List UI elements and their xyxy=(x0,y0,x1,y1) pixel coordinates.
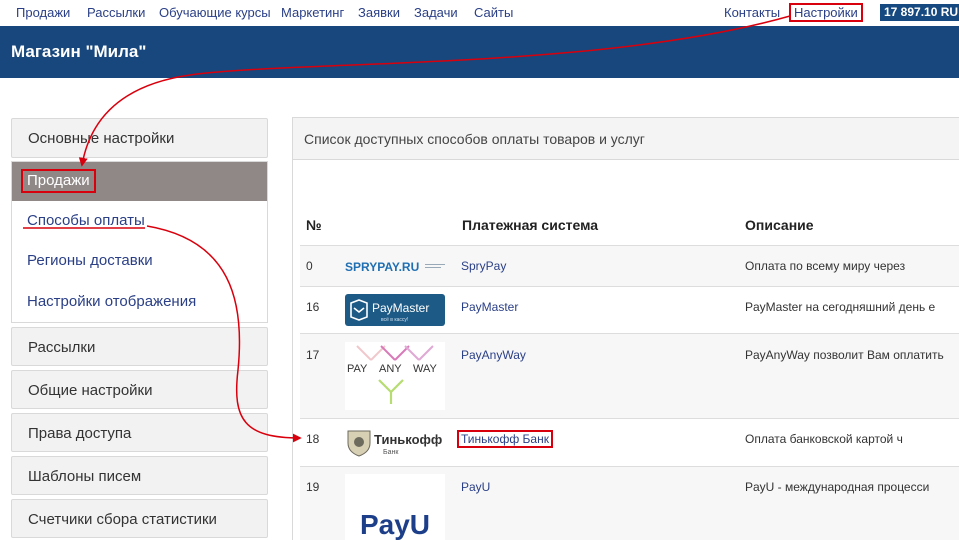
sidebar-item-label: Основные настройки xyxy=(28,130,175,147)
sidebar-item-label: Общие настройки xyxy=(28,382,153,399)
payment-system-desc: PayMaster на сегодняшний день е xyxy=(745,300,936,314)
sidebar-item-label: Шаблоны писем xyxy=(28,468,142,485)
row-num: 16 xyxy=(306,300,320,314)
row-num: 19 xyxy=(306,480,320,494)
tinkoff-logo-subtext: Банк xyxy=(383,449,399,456)
topnav-sales[interactable]: Продажи xyxy=(16,5,70,20)
sidebar-sub-payment-methods[interactable]: Способы оплаты xyxy=(27,212,145,229)
tinkoff-logo: Тинькофф Банк xyxy=(345,427,449,457)
column-header-system: Платежная система xyxy=(462,217,599,233)
payment-system-desc: PayAnyWay позволит Вам оплатить xyxy=(745,348,944,362)
payment-system-name[interactable]: PayMaster xyxy=(461,300,518,314)
sidebar-item-access-rights[interactable]: Права доступа xyxy=(11,413,268,452)
balance-badge[interactable]: 17 897.10 RU xyxy=(880,4,959,21)
tinkoff-logo-text: Тинькофф xyxy=(374,432,442,447)
column-header-desc: Описание xyxy=(745,217,814,233)
sidebar-sub-delivery-regions[interactable]: Регионы доставки xyxy=(27,252,153,269)
panel-header: Список доступных способов оплаты товаров… xyxy=(293,118,959,160)
topnav-contacts[interactable]: Контакты xyxy=(724,5,780,20)
row-num: 18 xyxy=(306,432,320,446)
divider xyxy=(300,418,959,419)
sidebar-item-label: Счетчики сбора статистики xyxy=(28,511,217,528)
topnav-sites[interactable]: Сайты xyxy=(474,5,513,20)
payment-system-desc: Оплата по всему миру через xyxy=(745,259,906,273)
sprypay-logo-text: SPRYPAY.RU xyxy=(345,260,419,274)
payment-system-desc: PayU - международная процесси xyxy=(745,480,930,494)
payanyway-logo: PAY ANY WAY xyxy=(345,342,445,410)
topnav-marketing[interactable]: Маркетинг xyxy=(281,5,344,20)
sidebar-item-sales[interactable]: Продажи xyxy=(12,162,267,201)
sidebar-item-statistics-counters[interactable]: Счетчики сбора статистики xyxy=(11,499,268,538)
shop-title: Магазин "Мила" xyxy=(11,42,147,61)
payment-system-name[interactable]: PayU xyxy=(461,480,490,494)
topnav-settings[interactable]: Настройки xyxy=(789,3,863,22)
paymaster-logo-text: PayMaster xyxy=(372,301,429,315)
sidebar-item-label: Рассылки xyxy=(28,339,96,356)
row-num: 0 xyxy=(306,259,313,273)
payanyway-word: WAY xyxy=(413,363,437,375)
topnav-tasks[interactable]: Задачи xyxy=(414,5,458,20)
sidebar-group-sales: Продажи Способы оплаты Регионы доставки … xyxy=(11,161,268,323)
payanyway-word: PAY xyxy=(347,363,368,375)
topnav-requests[interactable]: Заявки xyxy=(358,5,400,20)
sidebar-item-basic-settings[interactable]: Основные настройки xyxy=(11,118,268,158)
row-num: 17 xyxy=(306,348,320,362)
shop-header: Магазин "Мила" xyxy=(0,26,959,78)
topnav-mailings[interactable]: Рассылки xyxy=(87,5,145,20)
payu-logo-text: PayU xyxy=(360,509,430,540)
payment-system-name[interactable]: Тинькофф Банк xyxy=(457,430,553,448)
sidebar-sub-display-settings[interactable]: Настройки отображения xyxy=(27,293,196,310)
payment-system-desc: Оплата банковской картой ч xyxy=(745,432,903,446)
topnav-courses[interactable]: Обучающие курсы xyxy=(159,5,271,20)
sprypay-logo: SPRYPAY.RU xyxy=(345,256,447,276)
sidebar-item-email-templates[interactable]: Шаблоны писем xyxy=(11,456,268,495)
paymaster-logo: PayMaster всё в кассу! xyxy=(345,294,445,326)
column-header-num: № xyxy=(306,217,322,233)
top-nav: Продажи Рассылки Обучающие курсы Маркети… xyxy=(0,0,959,26)
sidebar-item-label: Продажи xyxy=(21,169,96,193)
sidebar-item-label: Права доступа xyxy=(28,425,132,442)
sidebar-item-general-settings[interactable]: Общие настройки xyxy=(11,370,268,409)
panel-title: Список доступных способов оплаты товаров… xyxy=(304,131,645,147)
payu-logo: PayU xyxy=(345,474,445,540)
divider xyxy=(300,286,959,287)
payanyway-word: ANY xyxy=(379,363,402,375)
payment-system-name[interactable]: PayAnyWay xyxy=(461,348,526,362)
paymaster-logo-subtext: всё в кассу! xyxy=(381,317,408,323)
sidebar-item-mailings[interactable]: Рассылки xyxy=(11,327,268,366)
payment-system-name[interactable]: SpryPay xyxy=(461,259,506,273)
